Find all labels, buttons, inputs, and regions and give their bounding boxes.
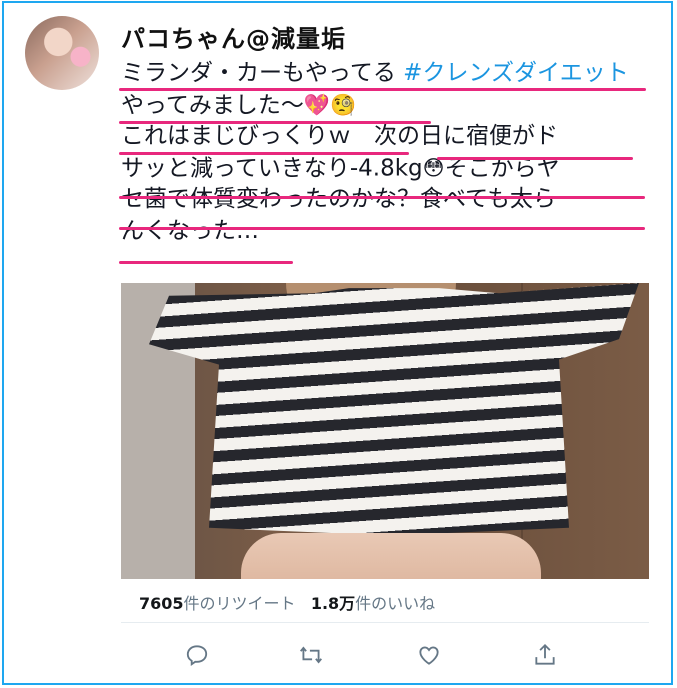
retweet-count: 7605	[139, 594, 184, 613]
highlight-underline	[119, 196, 645, 199]
like-label: 件のいいね	[355, 594, 436, 613]
highlight-underline	[119, 227, 645, 230]
photo-belly	[241, 533, 541, 579]
hashtag-link[interactable]: #クレンズダイエット	[403, 60, 629, 86]
text-line-1: ミランダ・カーもやってる #クレンズダイエット	[121, 58, 661, 90]
text-span: んくなった…	[121, 217, 259, 244]
text-span: ミランダ・カーもやってる	[121, 60, 404, 86]
like-stat[interactable]: 1.8万件のいいね	[311, 594, 435, 613]
highlight-underline	[119, 121, 431, 124]
heart-emoji-icon: 💖🧐	[303, 92, 357, 117]
reply-icon	[186, 645, 208, 666]
highlight-underline	[119, 152, 409, 155]
highlight-underline	[119, 261, 293, 264]
retweet-stat[interactable]: 7605件のリツイート	[139, 594, 296, 613]
striped-shirt	[149, 283, 639, 536]
engagement-stats: 7605件のリツイート 1.8万件のいいね	[139, 590, 435, 614]
share-button[interactable]	[532, 642, 562, 672]
highlight-underline	[437, 157, 633, 160]
like-count: 1.8万	[310, 594, 356, 613]
reply-button[interactable]	[184, 642, 214, 672]
tweet-photo[interactable]	[121, 283, 649, 579]
retweet-label: 件のリツイート	[183, 594, 296, 613]
text-span: やってみました〜	[121, 91, 304, 118]
like-icon	[419, 646, 439, 665]
retweet-button[interactable]	[298, 642, 328, 672]
text-span: セ菌で体質変わったのかな？食べても太ら	[121, 186, 556, 212]
like-button[interactable]	[416, 642, 446, 672]
text-line-6: んくなった…	[121, 216, 661, 248]
text-span: これはまじびっくりｗ 次の日に宿便がド	[121, 123, 558, 149]
divider	[121, 622, 649, 623]
avatar[interactable]	[25, 16, 99, 90]
text-span: サッと減っていきなり-4.8kg	[121, 154, 423, 181]
retweet-icon	[300, 646, 322, 664]
text-line-2: やってみました〜💖🧐	[121, 90, 661, 122]
text-line-5: セ菌で体質変わったのかな？食べても太ら	[121, 184, 661, 216]
author-name[interactable]: パコちゃん@減量垢	[121, 19, 346, 54]
highlight-underline	[119, 88, 646, 91]
text-line-3: これはまじびっくりｗ 次の日に宿便がド	[121, 121, 661, 153]
share-icon	[535, 643, 555, 665]
